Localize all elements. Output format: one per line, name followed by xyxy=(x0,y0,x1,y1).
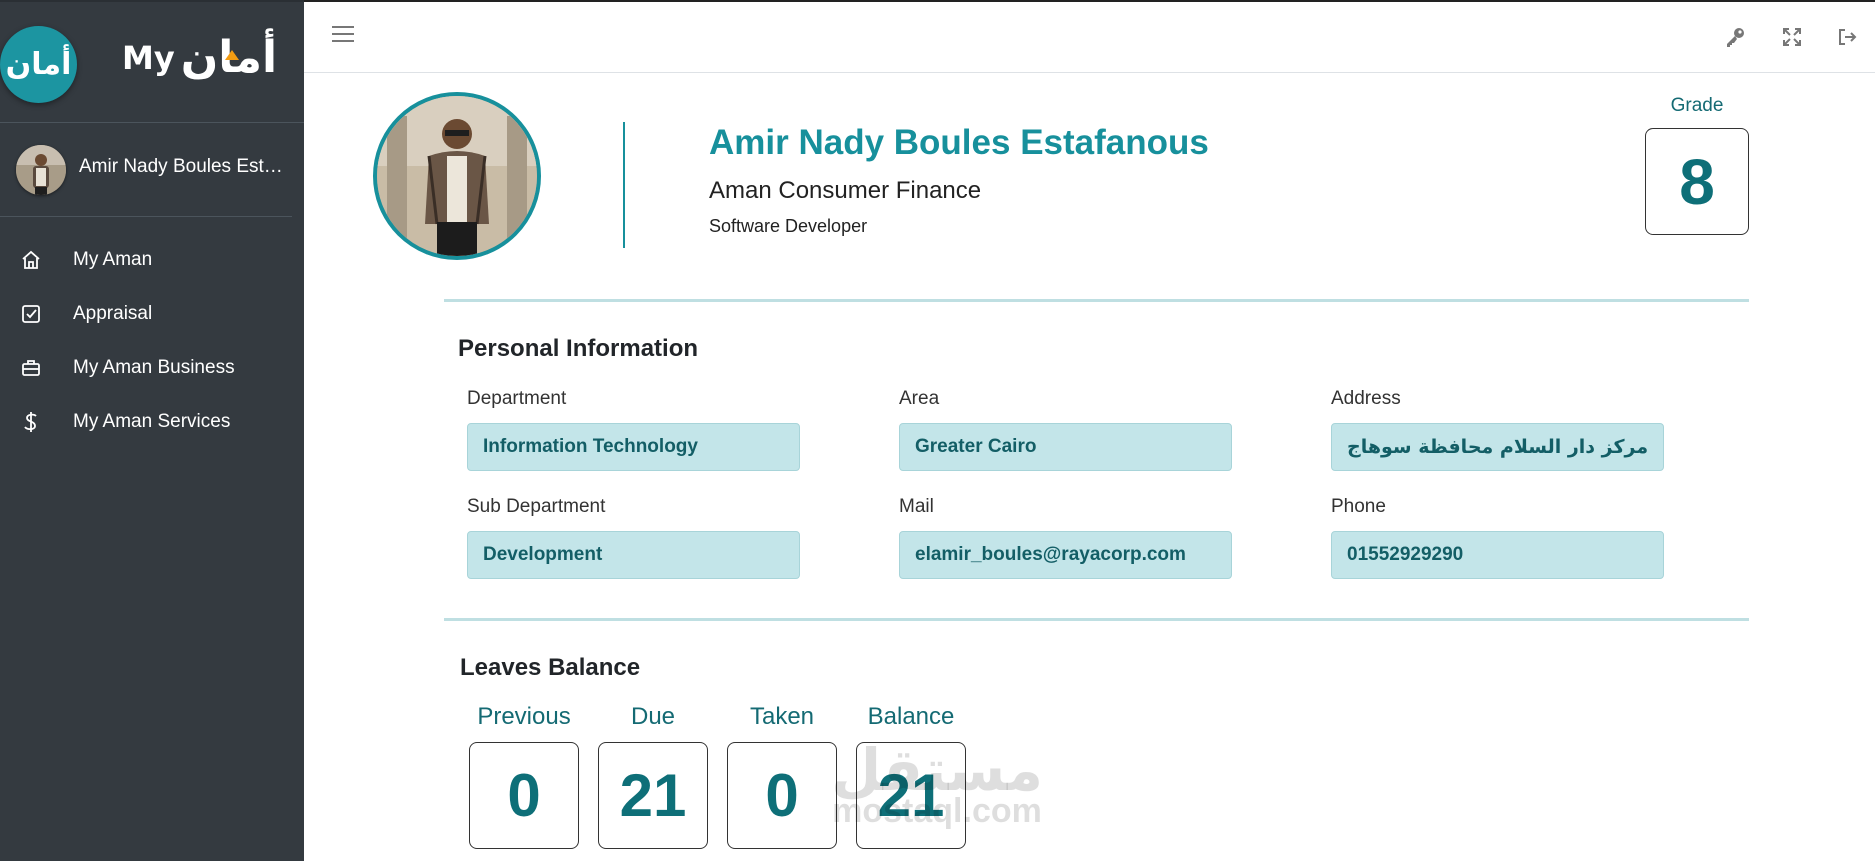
header-divider xyxy=(623,122,625,248)
section-divider xyxy=(444,618,1749,621)
brand-circle-text: أمان xyxy=(5,47,72,82)
sidebar-item-my-aman-services[interactable]: My Aman Services xyxy=(0,395,304,449)
brand-wordmark: My أمان xyxy=(122,32,277,83)
brand-logo[interactable]: أمان My أمان xyxy=(0,2,304,123)
mail-label: Mail xyxy=(899,496,934,517)
job-title: Software Developer xyxy=(709,216,868,236)
due-value: 21 xyxy=(598,742,708,849)
check-square-icon xyxy=(19,302,43,326)
brand-arabic-text: أمان xyxy=(180,32,278,83)
sidebar-item-my-aman[interactable]: My Aman xyxy=(0,233,304,287)
logout-icon[interactable] xyxy=(1836,26,1858,48)
profile-photo xyxy=(373,92,541,260)
due-label: Due xyxy=(630,703,676,730)
brand-circle-logo: أمان xyxy=(0,26,77,103)
previous-value: 0 xyxy=(469,742,579,849)
employee-name: Amir Nady Boules Estafanous xyxy=(709,123,1209,162)
user-panel[interactable]: Amir Nady Boules Estafanous xyxy=(0,123,292,217)
previous-label: Previous xyxy=(477,703,571,730)
address-field[interactable]: مركز دار السلام محافظة سوهاج xyxy=(1331,423,1664,471)
sub-department-label: Sub Department xyxy=(467,496,606,517)
menu-icon[interactable] xyxy=(332,26,354,46)
sidebar: أمان My أمان Amir Nady Boules Estafanous… xyxy=(0,0,304,861)
sidebar-item-my-aman-business[interactable]: My Aman Business xyxy=(0,341,304,395)
leaves-balance-title: Leaves Balance xyxy=(460,654,641,681)
section-divider xyxy=(444,299,1749,302)
personal-info-title: Personal Information xyxy=(458,335,699,362)
taken-label: Taken xyxy=(749,703,815,730)
address-label: Address xyxy=(1331,388,1401,409)
grade-label: Grade xyxy=(1670,95,1724,116)
key-icon[interactable] xyxy=(1724,26,1746,48)
sidebar-item-label: My Aman Business xyxy=(73,357,235,378)
home-icon xyxy=(19,248,43,272)
area-field[interactable]: Greater Cairo xyxy=(899,423,1232,471)
sidebar-nav: My Aman Appraisal My Aman Business My Am… xyxy=(0,217,304,449)
balance-value: 21 xyxy=(856,742,966,849)
phone-label: Phone xyxy=(1331,496,1386,517)
sidebar-item-label: Appraisal xyxy=(73,303,153,324)
company-name: Aman Consumer Finance xyxy=(709,177,982,204)
briefcase-icon xyxy=(19,356,43,380)
dollar-icon xyxy=(19,410,43,434)
brand-my-text: My xyxy=(122,38,175,77)
department-field[interactable]: Information Technology xyxy=(467,423,800,471)
grade-value: 8 xyxy=(1645,128,1749,235)
phone-field[interactable]: 01552929290 xyxy=(1331,531,1664,579)
balance-label: Balance xyxy=(867,703,955,730)
top-navbar xyxy=(304,0,1875,73)
sidebar-item-label: My Aman xyxy=(73,249,153,270)
sub-department-field[interactable]: Development xyxy=(467,531,800,579)
mail-field[interactable]: elamir_boules@rayacorp.com xyxy=(899,531,1232,579)
user-name[interactable]: Amir Nady Boules Estafanous xyxy=(79,156,289,178)
department-label: Department xyxy=(467,388,567,409)
taken-value: 0 xyxy=(727,742,837,849)
sidebar-item-label: My Aman Services xyxy=(73,411,231,432)
fullscreen-icon[interactable] xyxy=(1781,26,1803,48)
area-label: Area xyxy=(899,388,940,409)
sidebar-item-appraisal[interactable]: Appraisal xyxy=(0,287,304,341)
avatar xyxy=(16,145,66,195)
